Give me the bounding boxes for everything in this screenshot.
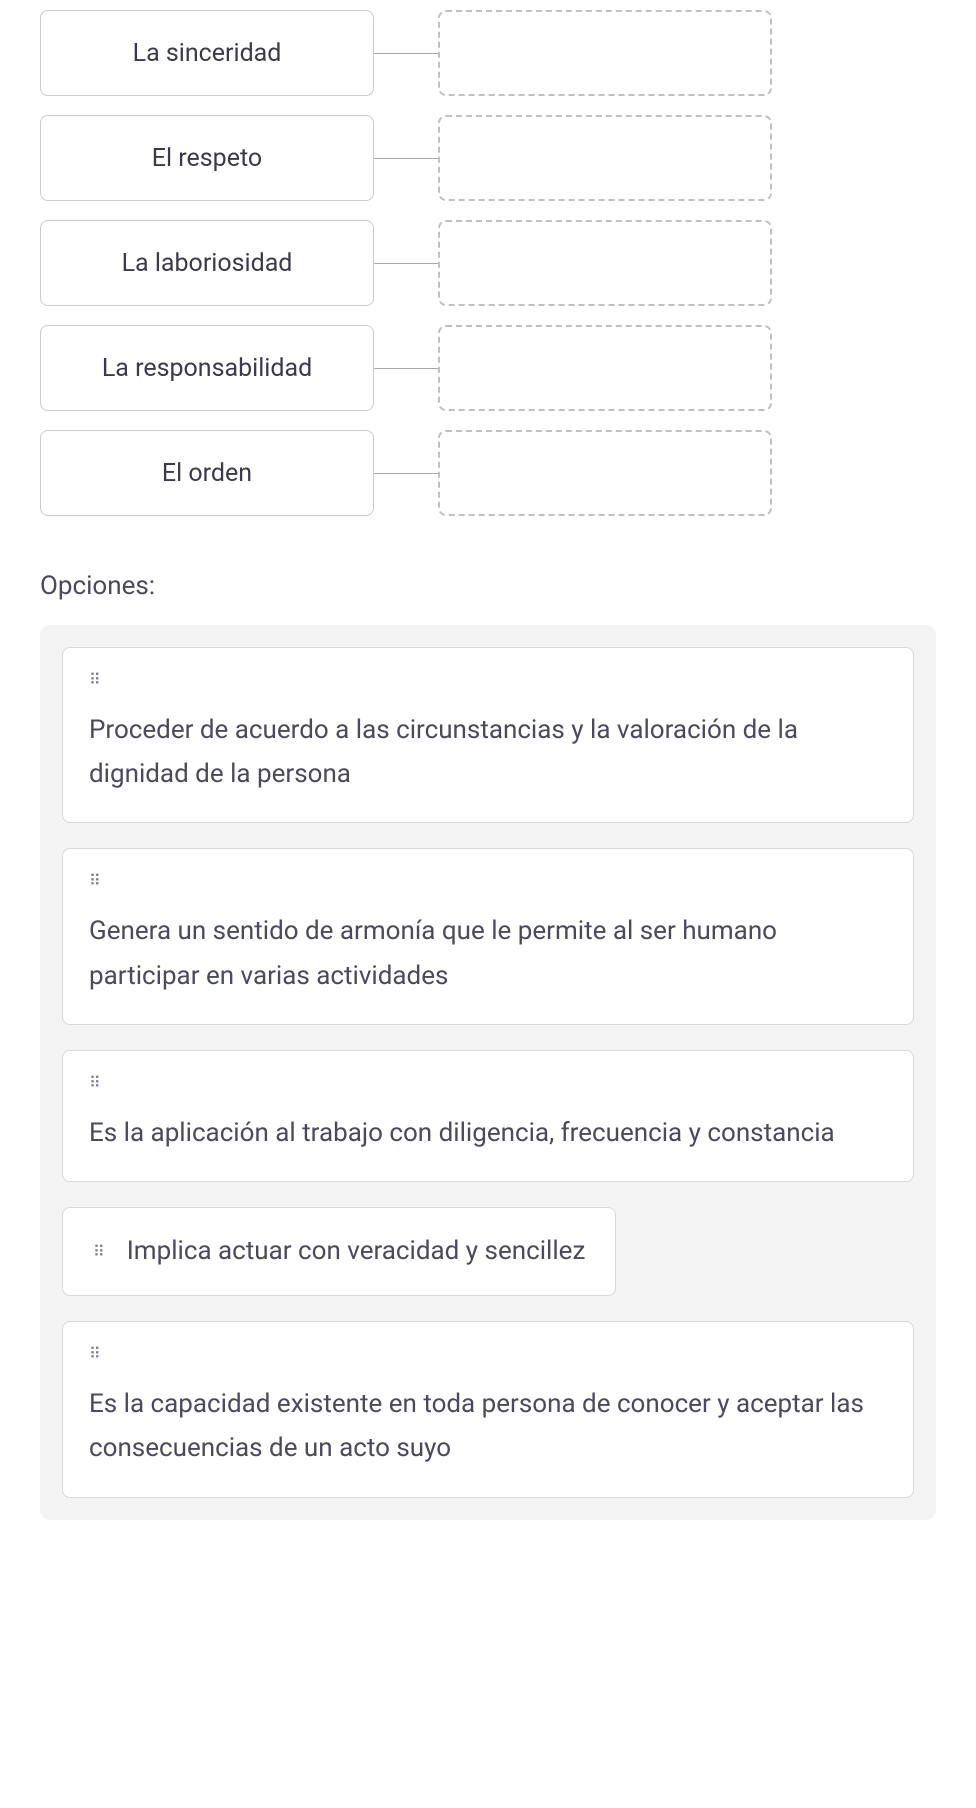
match-term-orden: El orden	[40, 430, 374, 516]
match-term-label: El orden	[162, 459, 252, 488]
option-text: Proceder de acuerdo a las circunstancias…	[89, 708, 887, 796]
option-card[interactable]: ⠿ Genera un sentido de armonía que le pe…	[62, 848, 914, 1024]
connector-line	[374, 53, 438, 54]
drop-zone[interactable]	[438, 115, 772, 201]
match-term-label: La responsabilidad	[102, 354, 312, 383]
match-term-sinceridad: La sinceridad	[40, 10, 374, 96]
option-text: Implica actuar con veracidad y sencillez	[127, 1236, 586, 1267]
drag-handle-icon[interactable]: ⠿	[89, 1346, 99, 1362]
option-text: Genera un sentido de armonía que le perm…	[89, 909, 887, 997]
drag-handle-icon[interactable]: ⠿	[89, 672, 99, 688]
match-term-respeto: El respeto	[40, 115, 374, 201]
options-container: ⠿ Proceder de acuerdo a las circunstanci…	[40, 625, 936, 1520]
match-term-label: La laboriosidad	[122, 249, 293, 278]
match-term-label: La sinceridad	[133, 39, 282, 68]
option-text: Es la aplicación al trabajo con diligenc…	[89, 1111, 887, 1155]
drag-handle-icon[interactable]: ⠿	[89, 873, 99, 889]
connector-line	[374, 473, 438, 474]
option-card[interactable]: ⠿ Implica actuar con veracidad y sencill…	[62, 1207, 616, 1296]
drop-zone[interactable]	[438, 325, 772, 411]
drop-zone[interactable]	[438, 220, 772, 306]
match-row: El respeto	[40, 115, 936, 201]
drop-zone[interactable]	[438, 10, 772, 96]
option-text: Es la capacidad existente en toda person…	[89, 1382, 887, 1470]
drag-handle-icon[interactable]: ⠿	[93, 1244, 103, 1260]
options-heading: Opciones:	[40, 571, 964, 601]
match-row: El orden	[40, 430, 936, 516]
matching-section: La sinceridad El respeto La laboriosidad…	[12, 0, 964, 555]
connector-line	[374, 158, 438, 159]
drag-handle-icon[interactable]: ⠿	[89, 1075, 99, 1091]
match-row: La sinceridad	[40, 10, 936, 96]
connector-line	[374, 368, 438, 369]
match-term-label: El respeto	[152, 144, 262, 173]
match-row: La laboriosidad	[40, 220, 936, 306]
match-term-laboriosidad: La laboriosidad	[40, 220, 374, 306]
option-card[interactable]: ⠿ Es la aplicación al trabajo con dilige…	[62, 1050, 914, 1182]
option-card[interactable]: ⠿ Proceder de acuerdo a las circunstanci…	[62, 647, 914, 823]
match-row: La responsabilidad	[40, 325, 936, 411]
connector-line	[374, 263, 438, 264]
match-term-responsabilidad: La responsabilidad	[40, 325, 374, 411]
option-card[interactable]: ⠿ Es la capacidad existente en toda pers…	[62, 1321, 914, 1497]
drop-zone[interactable]	[438, 430, 772, 516]
